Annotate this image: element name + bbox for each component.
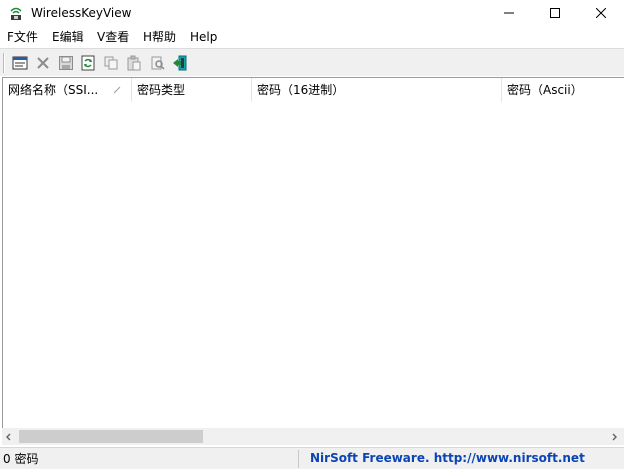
scrollbar-thumb[interactable] xyxy=(19,430,203,443)
wifi-key-icon xyxy=(8,5,24,21)
maximize-button[interactable] xyxy=(532,0,578,26)
column-label-key-ascii: 密码（Ascii） xyxy=(507,83,583,97)
window-title: WirelessKeyView xyxy=(31,6,132,20)
refresh-icon xyxy=(81,55,95,71)
status-bar: 0 密码 NirSoft Freeware. http://www.nirsof… xyxy=(0,447,624,469)
column-header-key-ascii[interactable]: 密码（Ascii） xyxy=(502,78,624,102)
chevron-right-icon[interactable] xyxy=(609,432,619,442)
minimize-icon xyxy=(504,12,514,14)
copy-icon xyxy=(104,56,118,70)
nirsoft-link[interactable]: NirSoft Freeware. http://www.nirsoft.net xyxy=(310,451,585,466)
menu-view[interactable]: V查看 xyxy=(97,30,129,45)
toolbar-grip xyxy=(3,53,5,73)
delete-icon xyxy=(37,57,49,69)
menu-bar: F文件 E编辑 V查看 H帮助 Help xyxy=(0,27,624,48)
status-password-count: 0 密码 xyxy=(3,452,39,466)
password-list[interactable]: 网络名称（SSI... 密码类型 密码（16进制） 密码（Ascii） xyxy=(2,77,624,444)
column-label-key-hex: 密码（16进制） xyxy=(257,83,345,97)
close-button[interactable] xyxy=(578,0,624,26)
menu-help-cn[interactable]: H帮助 xyxy=(143,30,176,45)
menu-file[interactable]: F文件 xyxy=(7,30,38,45)
copy-button[interactable] xyxy=(100,52,122,74)
column-header-key-type[interactable]: 密码类型 xyxy=(132,78,251,102)
list-header: 网络名称（SSI... 密码类型 密码（16进制） 密码（Ascii） xyxy=(3,78,624,102)
minimize-button[interactable] xyxy=(486,0,532,26)
menu-help[interactable]: Help xyxy=(190,30,217,45)
sort-descending-icon xyxy=(113,86,121,94)
menu-edit[interactable]: E编辑 xyxy=(52,30,84,45)
horizontal-scrollbar[interactable] xyxy=(2,428,624,445)
exit-icon xyxy=(173,55,187,71)
status-divider xyxy=(298,450,299,468)
exit-button[interactable] xyxy=(169,52,191,74)
refresh-button[interactable] xyxy=(77,52,99,74)
save-button[interactable] xyxy=(55,52,77,74)
column-header-ssid[interactable]: 网络名称（SSI... xyxy=(3,78,131,102)
paste-icon xyxy=(127,55,141,71)
save-icon xyxy=(59,56,73,70)
export-icon xyxy=(151,56,165,70)
column-label-key-type: 密码类型 xyxy=(137,83,186,97)
title-bar: WirelessKeyView xyxy=(0,0,624,26)
column-label-ssid: 网络名称（SSI... xyxy=(8,83,99,97)
column-header-key-hex[interactable]: 密码（16进制） xyxy=(252,78,501,102)
export-button[interactable] xyxy=(146,52,168,74)
paste-button[interactable] xyxy=(123,52,145,74)
close-icon xyxy=(596,8,606,18)
delete-button[interactable] xyxy=(32,52,54,74)
toolbar xyxy=(0,48,624,76)
chevron-left-icon[interactable] xyxy=(4,432,14,442)
properties-button[interactable] xyxy=(9,52,31,74)
maximize-icon xyxy=(550,8,560,18)
properties-icon xyxy=(12,56,28,70)
